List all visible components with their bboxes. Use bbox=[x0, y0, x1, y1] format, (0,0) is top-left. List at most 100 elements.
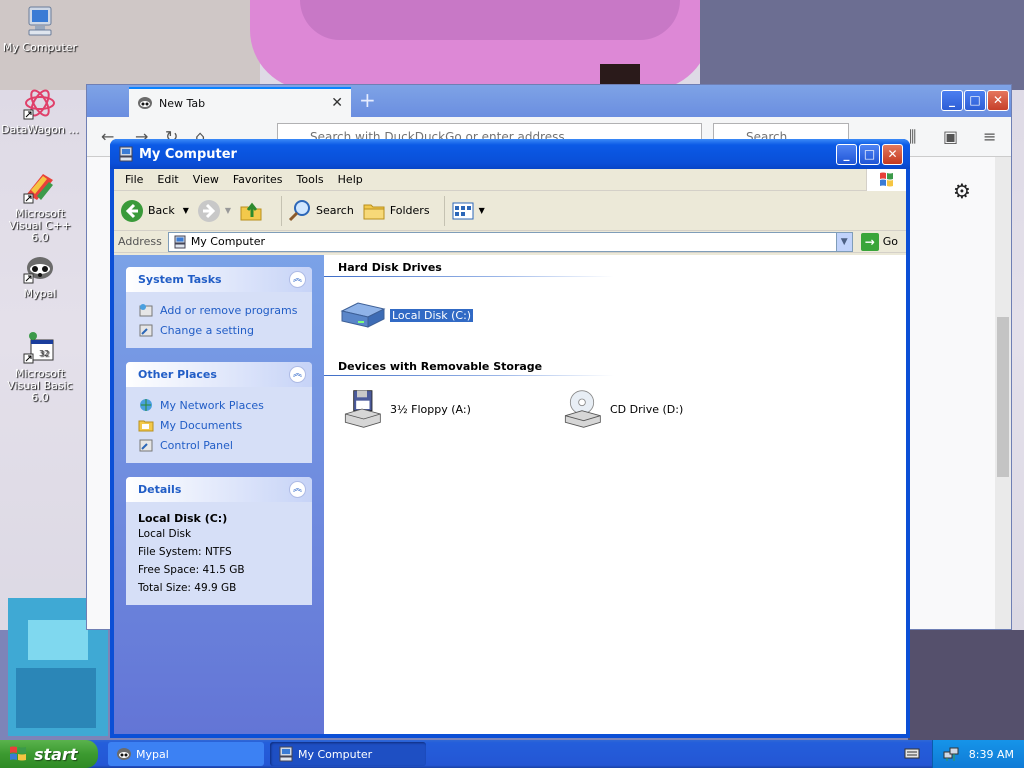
up-folder-icon bbox=[240, 202, 262, 220]
task-pane: System Tasks ︽ Add or remove programs Ch… bbox=[114, 255, 324, 734]
browser-minimize-button[interactable]: _ bbox=[941, 90, 963, 111]
other-places-header[interactable]: Other Places ︽ bbox=[126, 362, 312, 387]
menu-icon[interactable]: ≡ bbox=[983, 127, 996, 146]
details-file-system: File System: NTFS bbox=[138, 546, 232, 558]
forward-button[interactable]: ▼ bbox=[197, 199, 231, 223]
group-removable-storage: Devices with Removable Storage bbox=[338, 360, 543, 373]
menu-tools[interactable]: Tools bbox=[290, 173, 331, 186]
menu-bar: File Edit View Favorites Tools Help bbox=[114, 169, 906, 191]
start-button[interactable]: start bbox=[0, 740, 98, 768]
toolbar-separator bbox=[281, 195, 283, 226]
folders-button[interactable]: Folders bbox=[362, 199, 430, 223]
toolbar-separator bbox=[443, 195, 445, 226]
details-type: Local Disk bbox=[138, 528, 192, 540]
menu-help[interactable]: Help bbox=[331, 173, 370, 186]
browser-close-button[interactable]: ✕ bbox=[987, 90, 1009, 111]
taskbar-item-mypal[interactable]: Mypal bbox=[108, 742, 264, 766]
menu-view[interactable]: View bbox=[186, 173, 226, 186]
collapse-icon[interactable]: ︽ bbox=[289, 481, 306, 498]
details-total-size: Total Size: 49.9 GB bbox=[138, 582, 237, 594]
collapse-icon[interactable]: ︽ bbox=[289, 366, 306, 383]
maximize-button[interactable]: □ bbox=[859, 144, 880, 165]
chevron-down-icon[interactable]: ▼ bbox=[479, 206, 485, 215]
keyboard-icon[interactable] bbox=[904, 746, 920, 760]
views-button[interactable]: ▼ bbox=[451, 199, 485, 223]
windows-flag-icon bbox=[10, 746, 26, 761]
drive-floppy-a[interactable]: 3½ Floppy (A:) bbox=[338, 389, 471, 429]
browser-tab-title: New Tab bbox=[159, 96, 206, 110]
sidebar-icon[interactable]: ▣ bbox=[943, 127, 958, 146]
system-tasks-header[interactable]: System Tasks ︽ bbox=[126, 267, 312, 292]
address-bar: Address My Computer ▼ → Go bbox=[114, 231, 906, 253]
place-my-documents[interactable]: My Documents bbox=[138, 415, 302, 435]
gear-icon[interactable]: ⚙ bbox=[953, 179, 971, 203]
views-icon bbox=[452, 202, 474, 219]
menu-edit[interactable]: Edit bbox=[150, 173, 185, 186]
clock[interactable]: 8:39 AM bbox=[969, 748, 1014, 761]
control-panel-icon bbox=[139, 324, 153, 337]
browser-tab-new-tab[interactable]: New Tab ✕ bbox=[129, 87, 351, 117]
desktop-icon-visual-cpp[interactable]: Microsoft Visual C++ 6.0 bbox=[0, 170, 80, 244]
window-titlebar[interactable]: My Computer _ □ ✕ bbox=[110, 139, 910, 169]
visual-cpp-icon bbox=[23, 174, 53, 204]
visual-basic-icon: 32 bbox=[23, 332, 54, 364]
task-change-setting[interactable]: Change a setting bbox=[138, 320, 302, 340]
back-button[interactable]: Back ▼ bbox=[120, 199, 189, 223]
my-computer-icon bbox=[28, 6, 52, 36]
task-add-remove-programs[interactable]: Add or remove programs bbox=[138, 300, 302, 320]
go-arrow-icon: → bbox=[860, 232, 879, 251]
taskbar: start Mypal My Computer 8:39 AM bbox=[0, 740, 1024, 768]
library-icon[interactable]: ⫼ bbox=[909, 127, 916, 147]
drive-local-disk-c[interactable]: Local Disk (C:) bbox=[338, 295, 475, 335]
address-label: Address bbox=[118, 235, 162, 248]
browser-maximize-button[interactable]: □ bbox=[964, 90, 986, 111]
desktop-icon-visual-basic[interactable]: 32 Microsoft Visual Basic 6.0 bbox=[0, 330, 80, 404]
add-remove-programs-icon bbox=[139, 304, 153, 317]
system-tray: 8:39 AM bbox=[932, 740, 1024, 768]
window-title: My Computer bbox=[139, 146, 237, 162]
chevron-down-icon[interactable]: ▼ bbox=[225, 206, 231, 215]
network-tray-icon[interactable] bbox=[943, 746, 959, 762]
desktop-icon-my-computer[interactable]: My Computer bbox=[0, 4, 80, 54]
my-computer-icon bbox=[279, 746, 293, 762]
close-button[interactable]: ✕ bbox=[882, 144, 903, 165]
system-tasks-panel: System Tasks ︽ Add or remove programs Ch… bbox=[126, 267, 312, 348]
my-computer-icon bbox=[119, 146, 133, 162]
desktop-icon-datawagon[interactable]: DataWagon ... bbox=[0, 86, 80, 136]
up-folder-button[interactable] bbox=[239, 199, 267, 223]
desktop-icon-mypal[interactable]: Mypal bbox=[0, 250, 80, 300]
place-control-panel[interactable]: Control Panel bbox=[138, 435, 302, 455]
datawagon-icon bbox=[23, 89, 55, 120]
close-tab-icon[interactable]: ✕ bbox=[331, 95, 343, 111]
details-panel: Details ︽ Local Disk (C:) Local Disk Fil… bbox=[126, 477, 312, 605]
back-arrow-icon bbox=[121, 199, 143, 222]
my-computer-icon bbox=[174, 235, 186, 248]
folders-icon bbox=[363, 204, 385, 219]
svg-text:32: 32 bbox=[39, 349, 49, 358]
collapse-icon[interactable]: ︽ bbox=[289, 271, 306, 288]
search-icon bbox=[288, 199, 311, 221]
menu-favorites[interactable]: Favorites bbox=[226, 173, 290, 186]
chevron-down-icon[interactable]: ▼ bbox=[835, 232, 852, 251]
place-my-network-places[interactable]: My Network Places bbox=[138, 395, 302, 415]
search-button[interactable]: Search bbox=[288, 199, 354, 223]
go-button[interactable]: → Go bbox=[857, 232, 906, 251]
address-input[interactable]: My Computer ▼ bbox=[167, 231, 853, 252]
taskbar-item-my-computer[interactable]: My Computer bbox=[270, 742, 426, 766]
cd-drive-icon bbox=[564, 390, 601, 428]
mypal-icon bbox=[23, 257, 53, 284]
network-places-icon bbox=[140, 399, 152, 411]
window-content: System Tasks ︽ Add or remove programs Ch… bbox=[114, 255, 906, 734]
toolbar: Back ▼ ▼ Search Folders ▼ bbox=[114, 191, 906, 231]
forward-arrow-icon bbox=[197, 199, 220, 222]
browser-scrollbar[interactable] bbox=[995, 157, 1011, 629]
group-hard-disk-drives: Hard Disk Drives bbox=[338, 261, 442, 274]
windows-logo bbox=[866, 169, 906, 191]
control-panel-icon bbox=[139, 439, 153, 452]
minimize-button[interactable]: _ bbox=[836, 144, 857, 165]
menu-file[interactable]: File bbox=[118, 173, 150, 186]
drive-cd-d[interactable]: CD Drive (D:) bbox=[558, 389, 683, 429]
details-header[interactable]: Details ︽ bbox=[126, 477, 312, 502]
new-tab-button[interactable]: + bbox=[359, 89, 376, 111]
chevron-down-icon[interactable]: ▼ bbox=[183, 206, 189, 215]
